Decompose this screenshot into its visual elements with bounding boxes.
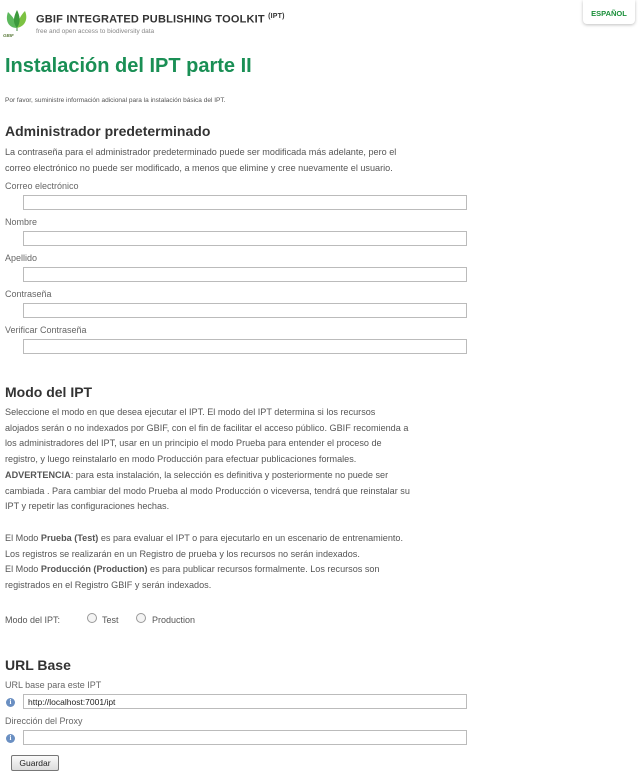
name-field[interactable] [23,231,467,246]
site-title-text: GBIF INTEGRATED PUBLISHING TOOLKIT [36,13,265,26]
mode-desc-line: IPT y repetir las configuraciones hechas… [5,501,170,512]
mode-selector-label: Modo del IPT: [5,615,61,625]
base-url-field[interactable] [23,694,467,709]
admin-desc-line: La contraseña para el administrador pred… [5,147,397,157]
production-mode-line: registrados en el Registro GBIF y serán … [5,580,212,591]
radio-production-label[interactable]: Production [152,615,195,625]
test-prefix: El Modo [5,533,41,543]
tagline: free and open access to biodiversity dat… [36,28,155,35]
proxy-field[interactable] [23,730,467,745]
admin-description: La contraseña para el administrador pred… [5,145,483,176]
warning-label: ADVERTENCIA [5,469,71,480]
mode-desc-line: registro, y luego reinstalarlo en modo P… [5,454,357,465]
production-mode-text: es para publicar recursos formalmente. L… [147,564,380,575]
name-label: Nombre [5,217,38,227]
mode-description: Seleccione el modo en que desea ejecutar… [5,405,483,515]
mode-desc-line: Seleccione el modo en que desea ejecutar… [5,407,376,417]
info-icon[interactable]: i [6,698,15,707]
intro-text: Por favor, suministre información adicio… [5,97,226,104]
test-mode-line: El Modo Prueba (Test) es para evaluar el… [5,531,483,547]
radio-test[interactable] [87,613,97,623]
production-mode-line: El Modo Producción (Production) es para … [5,562,483,578]
lastname-field[interactable] [23,267,467,282]
mode-desc-line: alojados serán o no indexados por GBIF, … [5,422,409,433]
admin-heading: Administrador predeterminado [5,123,211,139]
production-prefix: El Modo [5,564,41,575]
mode-explanation: El Modo Prueba (Test) es para evaluar el… [5,531,483,594]
base-url-heading: URL Base [5,657,71,673]
site-title-sup: (IPT) [268,13,285,20]
mode-heading: Modo del IPT [5,384,93,400]
base-url-label: URL base para este IPT [5,680,102,690]
password-label: Contraseña [5,289,52,299]
test-mode-text: es para evaluar el IPT o para ejecutarlo… [98,533,403,543]
info-icon[interactable]: i [6,734,15,743]
mode-warning-line: ADVERTENCIA: para esta instalación, la s… [5,468,483,484]
page-title: Instalación del IPT parte II [5,55,252,77]
verify-password-label: Verificar Contraseña [5,325,87,335]
email-field[interactable] [23,195,467,210]
password-field[interactable] [23,303,467,318]
admin-desc-line: correo electrónico no puede ser modifica… [5,162,393,173]
warning-text: : para esta instalación, la selección es… [70,469,389,480]
site-title[interactable]: GBIF INTEGRATED PUBLISHING TOOLKIT (IPT) [36,13,285,26]
proxy-label: Dirección del Proxy [5,716,83,726]
save-button[interactable]: Guardar [11,755,59,771]
lastname-label: Apellido [5,253,38,263]
radio-test-label[interactable]: Test [102,615,119,625]
verify-password-field[interactable] [23,339,467,354]
logo-text: GBIF [3,33,14,38]
header: GBIF GBIF INTEGRATED PUBLISHING TOOLKIT … [0,0,638,44]
mode-desc-line: los administradores del IPT, usar en un … [5,438,382,449]
mode-desc-line: cambiada . Para cambiar del modo Prueba … [5,485,410,496]
email-label: Correo electrónico [5,181,79,191]
language-selector[interactable]: ESPAÑOL [583,0,635,24]
production-mode-name: Producción (Production) [40,564,148,575]
radio-production[interactable] [136,613,146,623]
test-mode-name: Prueba (Test) [40,533,99,543]
test-mode-line: Los registros se realizarán en un Regist… [5,548,360,559]
